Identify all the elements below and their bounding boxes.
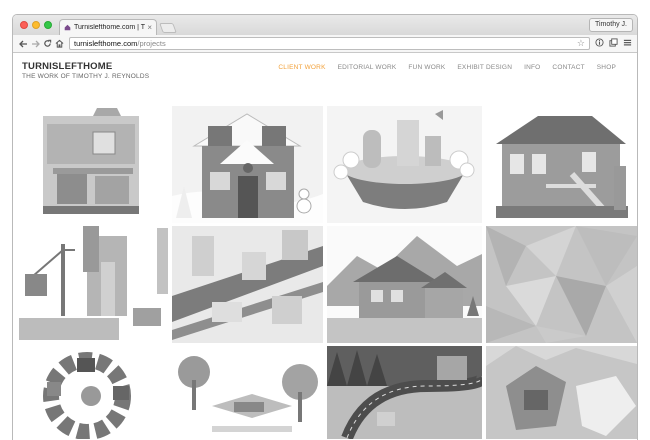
- site-tagline: THE WORK OF TIMOTHY J. REYNOLDS: [22, 73, 150, 80]
- floating-island-image: [333, 110, 475, 209]
- project-thumb-victorian-house[interactable]: [486, 106, 637, 223]
- browser-toolbar: turnislefthome.com/projects ☆: [13, 35, 637, 53]
- url-path: /projects: [137, 39, 166, 48]
- park-trees-image: [178, 356, 318, 432]
- minimize-window-button[interactable]: [32, 21, 40, 29]
- project-thumb-isometric-city[interactable]: [172, 226, 323, 343]
- low-poly-texture-image: [486, 226, 637, 343]
- nav-contact[interactable]: CONTACT: [552, 64, 584, 71]
- nav-shop[interactable]: SHOP: [597, 64, 616, 71]
- project-thumb-object-swirl[interactable]: [17, 346, 168, 439]
- victorian-house-image: [496, 116, 628, 218]
- project-thumb-forest-road[interactable]: [327, 346, 482, 439]
- project-thumb-low-poly-texture[interactable]: [486, 226, 637, 343]
- house-favicon-icon: [64, 24, 71, 31]
- close-window-button[interactable]: [20, 21, 28, 29]
- toolbar-icons: [594, 38, 633, 49]
- forest-road-image: [327, 346, 482, 439]
- object-swirl-image: [43, 352, 131, 439]
- profile-button[interactable]: Timothy J.: [588, 18, 633, 32]
- project-thumb-park-trees[interactable]: [172, 346, 323, 439]
- interior-cutaway-image: [43, 108, 139, 214]
- address-bar[interactable]: turnislefthome.com/projects ☆: [69, 37, 590, 50]
- nav-exhibit-design[interactable]: EXHIBIT DESIGN: [457, 64, 512, 71]
- project-thumb-interior-cutaway[interactable]: [17, 106, 168, 223]
- new-tab-button[interactable]: [159, 23, 177, 33]
- site-logo[interactable]: TURNISLEFTHOME: [22, 61, 149, 72]
- arrow-right-icon[interactable]: [29, 38, 41, 50]
- nav-fun-work[interactable]: FUN WORK: [408, 64, 445, 71]
- construction-blocks-image: [19, 226, 168, 340]
- page-content: TURNISLEFTHOME THE WORK OF TIMOTHY J. RE…: [13, 53, 637, 440]
- tab-close-icon[interactable]: ×: [147, 23, 152, 32]
- snowy-cottage-image: [172, 113, 323, 223]
- browser-tab[interactable]: Turnislefthome.com | The W ×: [59, 19, 157, 35]
- window-controls: [20, 21, 52, 29]
- title-bar: Turnislefthome.com | The W × Timothy J.: [13, 15, 637, 35]
- project-thumb-floating-island[interactable]: [327, 106, 482, 223]
- arrow-left-icon[interactable]: [17, 38, 29, 50]
- menu-icon[interactable]: [622, 38, 633, 49]
- maximize-window-button[interactable]: [44, 21, 52, 29]
- star-icon[interactable]: ☆: [577, 38, 585, 49]
- nav-info[interactable]: INFO: [524, 64, 540, 71]
- nav-client-work[interactable]: CLIENT WORK: [278, 64, 325, 71]
- reload-icon[interactable]: [41, 38, 53, 50]
- home-icon[interactable]: [53, 38, 65, 50]
- site-header: TURNISLEFTHOME THE WORK OF TIMOTHY J. RE…: [22, 61, 149, 80]
- main-nav: CLIENT WORK EDITORIAL WORK FUN WORK EXHI…: [278, 64, 616, 71]
- extension-info-icon[interactable]: [594, 38, 605, 49]
- project-grid: [17, 106, 637, 439]
- rocky-cave-image: [486, 346, 637, 439]
- isometric-city-image: [172, 230, 323, 340]
- nav-editorial-work[interactable]: EDITORIAL WORK: [338, 64, 397, 71]
- extension-layers-icon[interactable]: [608, 38, 619, 49]
- project-thumb-construction-blocks[interactable]: [17, 226, 168, 343]
- browser-window: Turnislefthome.com | The W × Timothy J. …: [12, 14, 638, 440]
- url-host: turnislefthome.com: [74, 39, 138, 48]
- mountain-lodge-image: [327, 236, 482, 343]
- project-thumb-mountain-lodge[interactable]: [327, 226, 482, 343]
- tab-title: Turnislefthome.com | The W: [74, 24, 146, 31]
- project-thumb-rocky-cave[interactable]: [486, 346, 637, 439]
- project-thumb-snowy-cottage[interactable]: [172, 106, 323, 223]
